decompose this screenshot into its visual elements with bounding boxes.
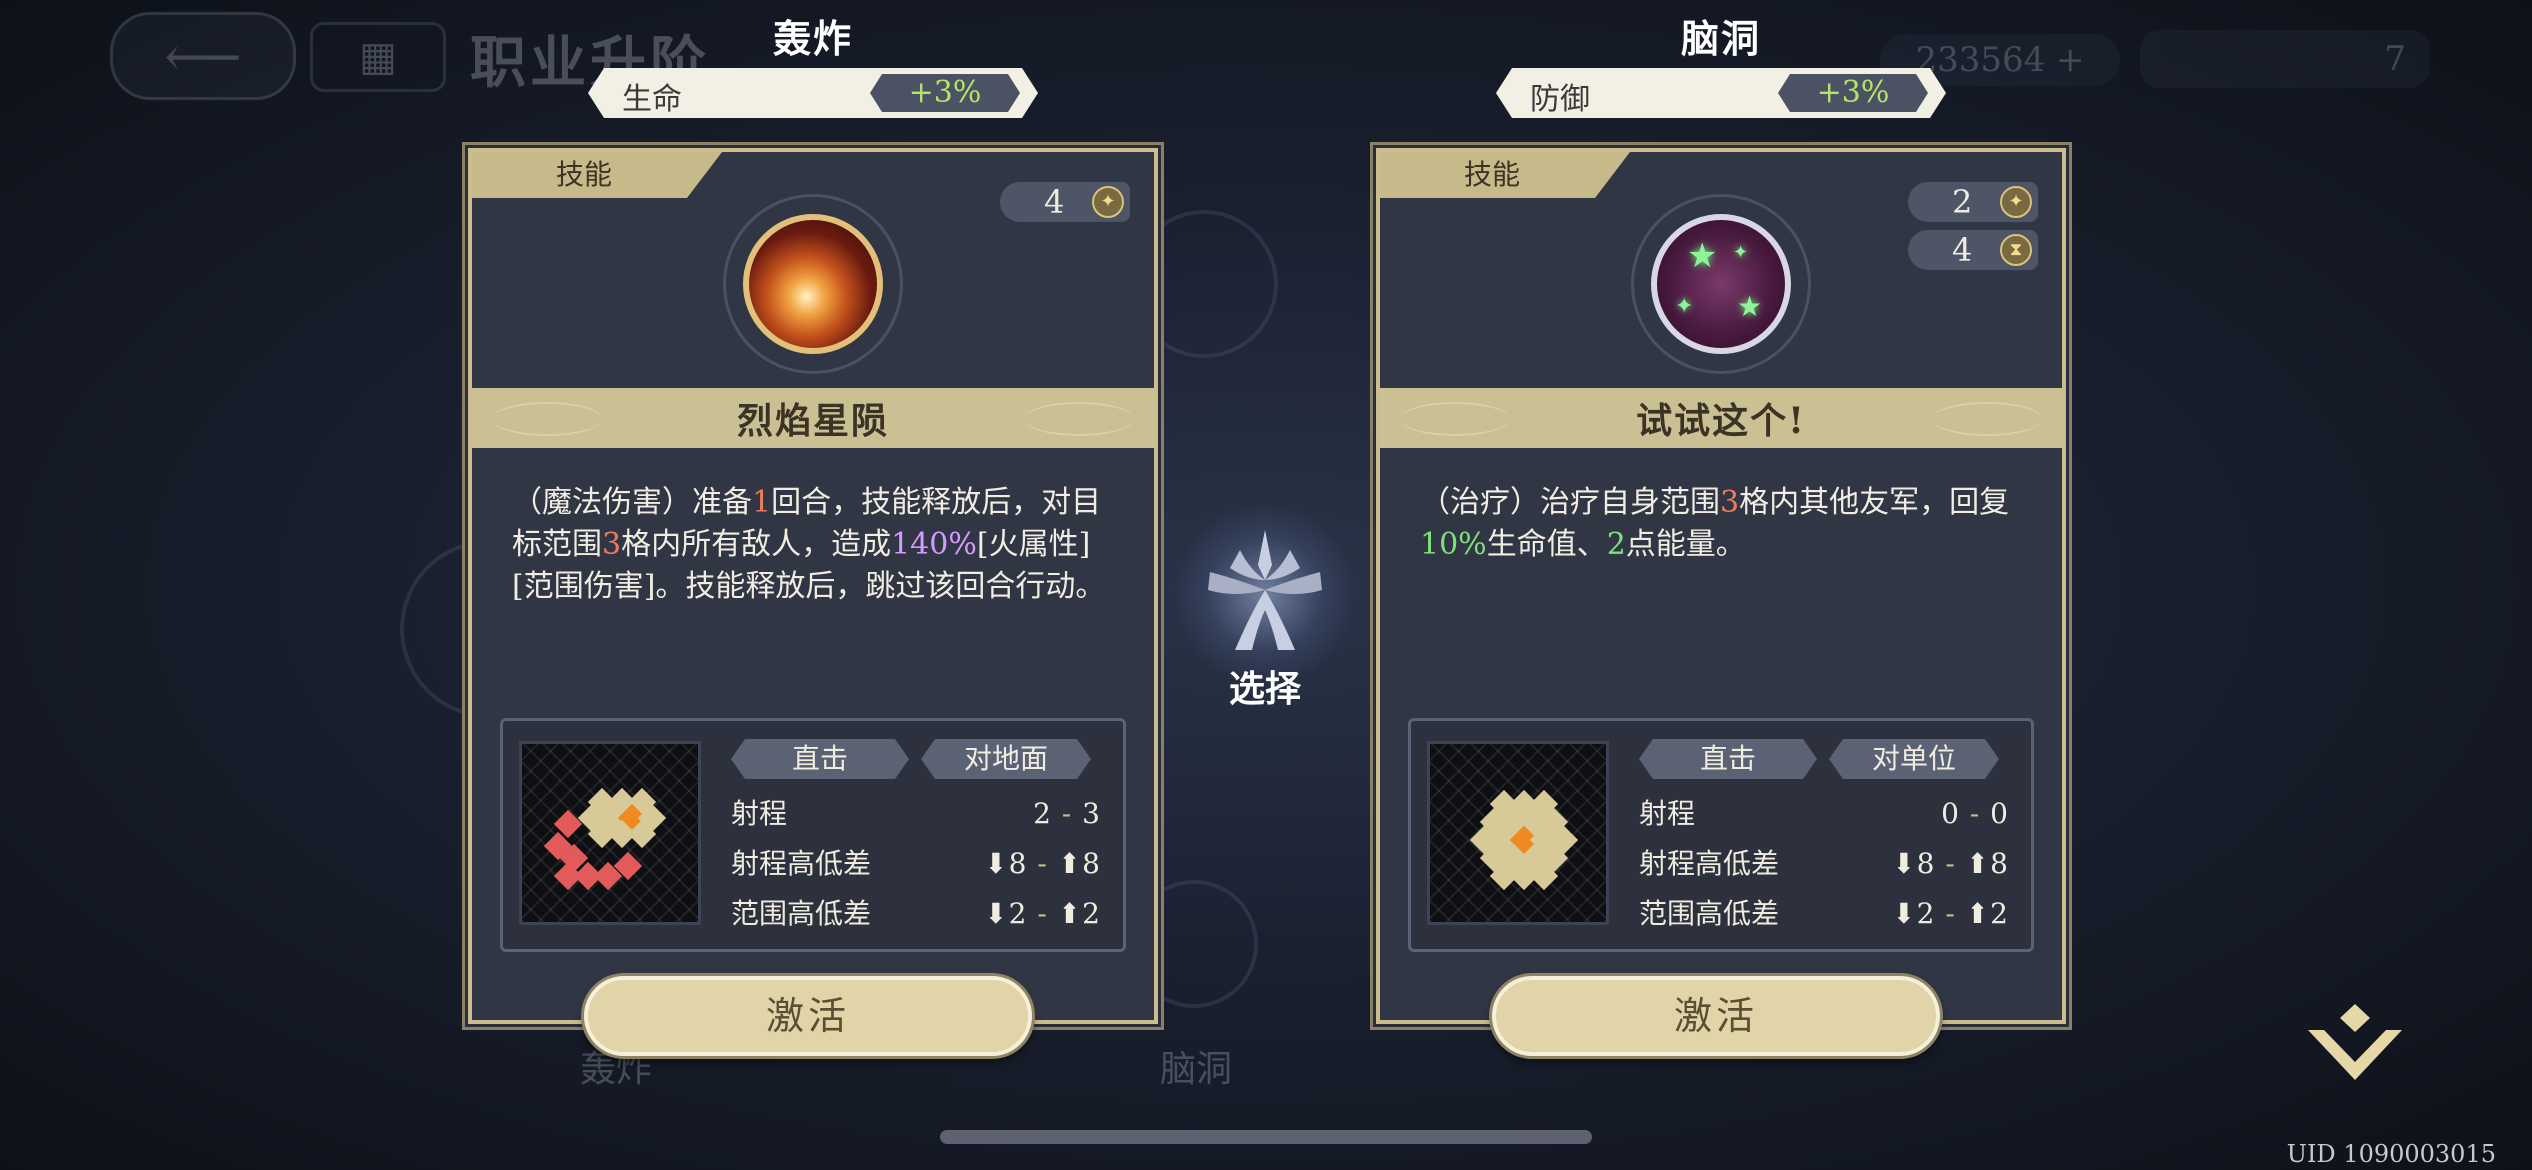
skill-card: 技能 4 ✦ 烈焰星陨 （魔法伤害）准备1回合，技能释放后，对目标范围3格内所有… — [468, 148, 1158, 1024]
stat-bonus-bar: 防御 +3% — [1496, 68, 1946, 118]
skill-description: （魔法伤害）准备1回合，技能释放后，对目标范围3格内所有敌人，造成140%[火属… — [512, 482, 1122, 608]
skill-name-bar: 试试这个! — [1380, 388, 2062, 448]
ornament-right — [1024, 402, 1134, 436]
skill-name-bar: 烈焰星陨 — [472, 388, 1154, 448]
sparkle-skill-icon: ★ ★ ✦ ✦ — [1651, 214, 1791, 354]
menu-button[interactable]: ▦ — [310, 22, 446, 92]
meteor-skill-icon — [743, 214, 883, 354]
stat-value: +3% — [1778, 74, 1928, 112]
row-label: 射程高低差 — [1639, 847, 1780, 880]
skill-card: 技能 2 ✦ 4 ⧗ ★ ★ ✦ ✦ 试试这个! （治疗）治疗自身范围3格内其他… — [1376, 148, 2066, 1024]
row-label: 射程高低差 — [731, 847, 872, 880]
cost-badges: 2 ✦ 4 ⧗ — [1908, 182, 2038, 270]
select-label[interactable]: 选择 — [1200, 660, 1330, 712]
energy-cost-badge: 2 ✦ — [1908, 182, 2038, 222]
desc-text: 格内其他友军，回复 — [1739, 485, 2010, 520]
range-rows: 射程 2 - 3 射程高低差 ⬇8 - ⬆8 范围高低差 ⬇2 - ⬆2 — [731, 789, 1101, 939]
user-id: UID 1090003015 — [2286, 1140, 2496, 1168]
stat-name: 生命 — [622, 82, 682, 117]
energy-cost-badge: 4 ✦ — [1000, 182, 1130, 222]
range-height-row: 射程高低差 ⬇8 - ⬆8 — [1639, 839, 2009, 889]
activate-button[interactable]: 激活 — [1492, 976, 1940, 1056]
four-point-star-icon: ✦ — [1092, 186, 1124, 218]
option-card-1: 轰炸 生命 +3% 技能 4 ✦ 烈焰星陨 （魔法伤害）准备1回合，技能释放后，… — [468, 0, 1158, 1080]
back-arrow-icon: ⟵ — [164, 24, 242, 88]
attack-type-pills: 直击 对单位 — [1639, 739, 1999, 779]
attack-mode-pill: 直击 — [731, 739, 909, 779]
hourglass-icon: ⧗ — [2000, 234, 2032, 266]
desc-text: 点能量。 — [1625, 527, 1746, 562]
desc-highlight: 3 — [1720, 485, 1740, 520]
home-indicator[interactable] — [940, 1130, 1592, 1144]
ornament-right — [1932, 402, 2042, 436]
range-rows: 射程 0 - 0 射程高低差 ⬇8 - ⬆8 范围高低差 ⬇2 - ⬆2 — [1639, 789, 2009, 939]
row-label: 范围高低差 — [1639, 897, 1780, 930]
range-info-panel: 直击 对地面 射程 2 - 3 射程高低差 ⬇8 - ⬆8 范围高低差 ⬇2 -… — [500, 718, 1126, 952]
attack-mode-pill: 直击 — [1639, 739, 1817, 779]
level-display: 7 — [2140, 30, 2430, 88]
range-row: 射程 0 - 0 — [1639, 789, 2009, 839]
energy-cost-value: 2 — [1952, 183, 1973, 221]
row-value: ⬇2 - ⬆2 — [984, 897, 1101, 930]
cooldown-value: 4 — [1952, 231, 1973, 269]
desc-text: 格内所有敌人，造成 — [621, 527, 892, 562]
target-type-pill: 对单位 — [1829, 739, 1999, 779]
row-label: 射程 — [1639, 797, 1696, 830]
attack-type-pills: 直击 对地面 — [731, 739, 1091, 779]
row-value: ⬇8 - ⬆8 — [984, 847, 1101, 880]
stat-value: +3% — [870, 74, 1020, 112]
area-height-row: 范围高低差 ⬇2 - ⬆2 — [1639, 889, 2009, 939]
row-value: ⬇2 - ⬆2 — [1892, 897, 2009, 930]
row-label: 范围高低差 — [731, 897, 872, 930]
stat-name: 防御 — [1530, 82, 1590, 117]
cooldown-badge: 4 ⧗ — [1908, 230, 2038, 270]
tree-emblem-icon[interactable] — [1180, 510, 1350, 660]
row-value: 0 - 0 — [1941, 797, 2009, 830]
desc-text: （治疗）治疗自身范围 — [1420, 485, 1720, 520]
desc-highlight: 3 — [602, 527, 622, 562]
skill-tag: 技能 — [472, 152, 722, 198]
grid-icon: ▦ — [359, 34, 397, 80]
range-grid-map — [519, 741, 701, 925]
desc-highlight: 140% — [891, 527, 977, 562]
desc-highlight: 2 — [1606, 527, 1626, 562]
back-button[interactable]: ⟵ — [110, 12, 296, 100]
range-row: 射程 2 - 3 — [731, 789, 1101, 839]
skill-description: （治疗）治疗自身范围3格内其他友军，回复 10%生命值、2点能量。 — [1420, 482, 2030, 566]
option-title: 脑洞 — [1680, 16, 1761, 61]
desc-text: （魔法伤害）准备 — [512, 485, 752, 520]
activate-button[interactable]: 激活 — [584, 976, 1032, 1056]
ornament-left — [1400, 402, 1510, 436]
row-value: ⬇8 - ⬆8 — [1892, 847, 2009, 880]
skill-name: 试试这个! — [1636, 400, 1806, 442]
row-label: 射程 — [731, 797, 788, 830]
stat-bonus-bar: 生命 +3% — [588, 68, 1038, 118]
chevron-confirm-icon[interactable] — [2300, 1000, 2410, 1090]
four-point-star-icon: ✦ — [2000, 186, 2032, 218]
ornament-left — [492, 402, 602, 436]
skill-name: 烈焰星陨 — [736, 400, 889, 442]
area-height-row: 范围高低差 ⬇2 - ⬆2 — [731, 889, 1101, 939]
desc-highlight: 10% — [1420, 527, 1487, 562]
bg-tab-2[interactable]: 脑洞 — [1160, 1040, 1232, 1092]
option-card-2: 脑洞 防御 +3% 技能 2 ✦ 4 ⧗ ★ ★ ✦ ✦ 试试这个! （治疗）治… — [1376, 0, 2066, 1080]
desc-highlight: 1 — [752, 485, 772, 520]
range-height-row: 射程高低差 ⬇8 - ⬆8 — [731, 839, 1101, 889]
range-grid-map — [1427, 741, 1609, 925]
option-title: 轰炸 — [772, 16, 853, 61]
energy-cost-value: 4 — [1044, 183, 1065, 221]
skill-tag: 技能 — [1380, 152, 1630, 198]
range-info-panel: 直击 对单位 射程 0 - 0 射程高低差 ⬇8 - ⬆8 范围高低差 ⬇2 -… — [1408, 718, 2034, 952]
cost-badges: 4 ✦ — [1000, 182, 1130, 222]
target-type-pill: 对地面 — [921, 739, 1091, 779]
desc-text: 生命值、 — [1486, 527, 1607, 562]
row-value: 2 - 3 — [1033, 797, 1101, 830]
